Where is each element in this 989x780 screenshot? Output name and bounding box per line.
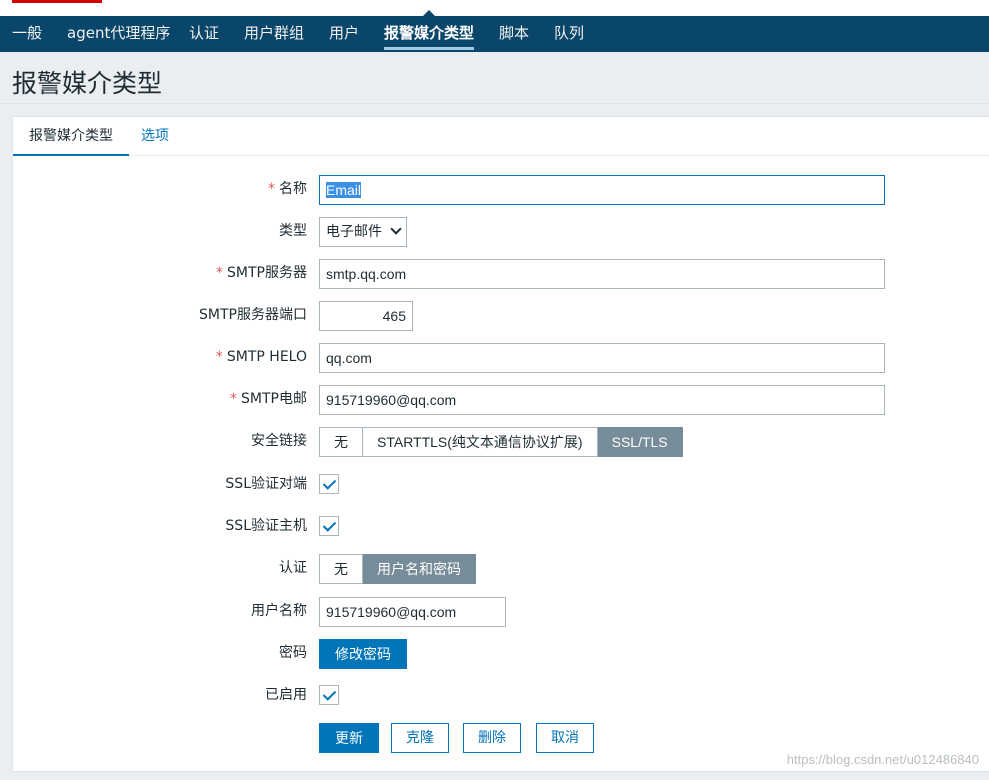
name-input[interactable]: Email — [319, 175, 885, 205]
delete-button[interactable]: 删除 — [463, 723, 521, 753]
active-nav-caret-icon — [422, 10, 436, 17]
cancel-button[interactable]: 取消 — [536, 723, 594, 753]
security-ssl-tls-option[interactable]: SSL/TLS — [597, 427, 683, 457]
smtp-email-input[interactable]: 915719960@qq.com — [319, 385, 885, 415]
change-password-button[interactable]: 修改密码 — [319, 639, 407, 669]
auth-label: 认证 — [279, 560, 307, 576]
nav-item-scripts[interactable]: 脚本 — [499, 16, 529, 52]
nav-item-users[interactable]: 用户 — [329, 16, 359, 52]
brand-logo[interactable] — [12, 0, 102, 3]
security-none-option[interactable]: 无 — [319, 427, 363, 457]
security-label: 安全链接 — [251, 433, 307, 449]
chevron-down-icon — [390, 223, 402, 235]
type-select[interactable]: 电子邮件 — [319, 217, 407, 247]
smtp-server-label: * SMTP服务器 — [216, 265, 307, 281]
page-title: 报警媒介类型 — [12, 69, 163, 98]
nav-item-general[interactable]: 一般 — [12, 16, 42, 52]
smtp-email-label: * SMTP电邮 — [230, 391, 307, 407]
divider — [0, 103, 989, 104]
main-nav: 一般 agent代理程序 认证 用户群组 用户 报警媒介类型 脚本 队列 — [0, 10, 989, 52]
top-bar — [0, 0, 989, 16]
smtp-helo-label: * SMTP HELO — [215, 349, 307, 365]
ssl-verify-peer-label: SSL验证对端 — [225, 476, 307, 492]
security-starttls-option[interactable]: STARTTLS(纯文本通信协议扩展) — [363, 427, 598, 457]
ssl-verify-host-label: SSL验证主机 — [225, 518, 307, 534]
ssl-verify-peer-checkbox[interactable] — [319, 474, 339, 494]
smtp-port-label: SMTP服务器端口 — [199, 307, 307, 323]
update-button[interactable]: 更新 — [319, 723, 379, 753]
nav-item-authentication[interactable]: 认证 — [189, 16, 219, 52]
enabled-label: 已启用 — [265, 687, 307, 703]
nav-item-media-types[interactable]: 报警媒介类型 — [384, 16, 475, 52]
tab-options[interactable]: 选项 — [141, 117, 169, 156]
ssl-verify-host-checkbox[interactable] — [319, 516, 339, 536]
name-label: * 名称 — [268, 181, 307, 197]
auth-password-option[interactable]: 用户名和密码 — [363, 554, 476, 584]
smtp-port-input[interactable]: 465 — [319, 301, 413, 331]
username-label: 用户名称 — [251, 603, 307, 619]
nav-item-user-groups[interactable]: 用户群组 — [244, 16, 304, 52]
smtp-helo-input[interactable]: qq.com — [319, 343, 885, 373]
enabled-checkbox[interactable] — [319, 685, 339, 705]
watermark: https://blog.csdn.net/u012486840 — [786, 752, 979, 767]
security-segmented: 无 STARTTLS(纯文本通信协议扩展) SSL/TLS — [319, 427, 683, 457]
type-label: 类型 — [279, 223, 307, 239]
nav-item-agent-proxy[interactable]: agent代理程序 — [67, 16, 170, 52]
required-mark: * — [268, 181, 275, 197]
smtp-server-input[interactable]: smtp.qq.com — [319, 259, 885, 289]
tab-media-type[interactable]: 报警媒介类型 — [13, 117, 129, 156]
auth-segmented: 无 用户名和密码 — [319, 554, 476, 584]
nav-item-queue[interactable]: 队列 — [554, 16, 584, 52]
auth-none-option[interactable]: 无 — [319, 554, 363, 584]
tab-bar: 报警媒介类型 选项 — [13, 117, 989, 156]
password-label: 密码 — [279, 645, 307, 661]
clone-button[interactable]: 克隆 — [391, 723, 449, 753]
username-input[interactable]: 915719960@qq.com — [319, 597, 506, 627]
